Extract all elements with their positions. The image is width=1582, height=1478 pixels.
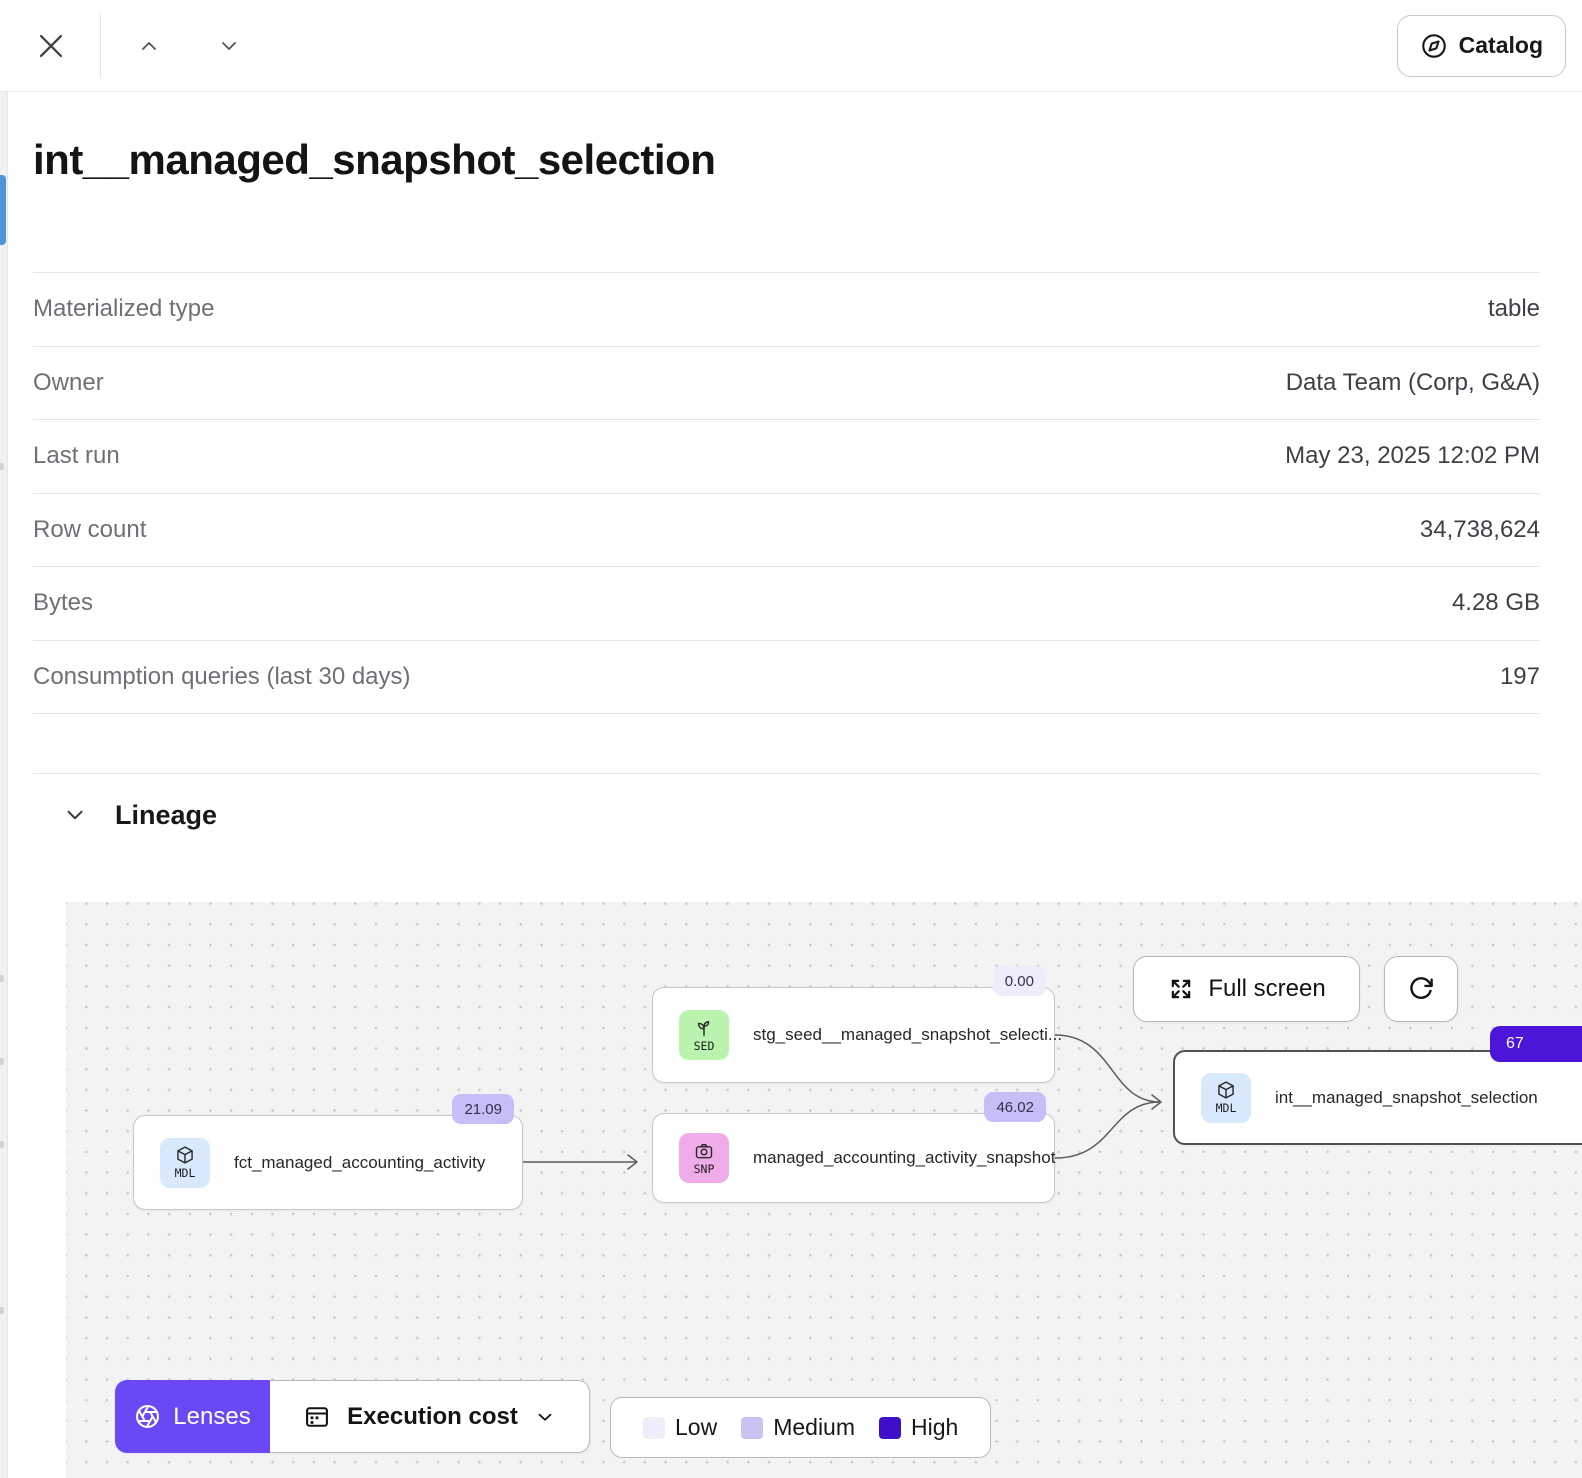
metadata-row-bytes: Bytes 4.28 GB bbox=[33, 567, 1540, 641]
previous-item-button[interactable] bbox=[131, 28, 167, 64]
table-cells-icon bbox=[303, 1403, 331, 1431]
lenses-control: Lenses Execution cost bbox=[115, 1380, 590, 1453]
node-label: fct_managed_accounting_activity bbox=[234, 1153, 485, 1173]
legend-item-medium: Medium bbox=[741, 1414, 855, 1441]
node-label: managed_accounting_activity_snapshot bbox=[753, 1148, 1055, 1168]
lineage-section-header[interactable]: Lineage bbox=[62, 794, 1582, 836]
node-type-label: SED bbox=[694, 1039, 715, 1053]
close-button[interactable] bbox=[28, 23, 74, 69]
metadata-row-owner: Owner Data Team (Corp, G&A) bbox=[33, 347, 1540, 421]
node-type-label: MDL bbox=[175, 1166, 196, 1180]
legend-label: Medium bbox=[773, 1414, 855, 1441]
mdl-chip: MDL bbox=[1201, 1073, 1251, 1123]
legend-label: Low bbox=[675, 1414, 717, 1441]
lineage-node-stg-seed-managed-snapshot-selection[interactable]: SED stg_seed__managed_snapshot_selecti..… bbox=[652, 987, 1055, 1083]
legend-swatch-medium bbox=[741, 1417, 763, 1439]
collapse-chevron-icon[interactable] bbox=[62, 802, 88, 828]
sidebar-mark bbox=[0, 1307, 4, 1314]
legend-item-high: High bbox=[879, 1414, 958, 1441]
execution-cost-badge: 46.02 bbox=[984, 1092, 1046, 1122]
metadata-row-row-count: Row count 34,738,624 bbox=[33, 494, 1540, 568]
background-page-edge bbox=[0, 92, 8, 1478]
metadata-value: May 23, 2025 12:02 PM bbox=[1285, 442, 1540, 470]
next-item-button[interactable] bbox=[211, 28, 247, 64]
execution-cost-badge: 21.09 bbox=[452, 1094, 514, 1124]
metadata-value: 4.28 GB bbox=[1452, 589, 1540, 617]
legend-label: High bbox=[911, 1414, 958, 1441]
expand-arrows-icon bbox=[1167, 975, 1195, 1003]
fullscreen-button-label: Full screen bbox=[1208, 975, 1325, 1003]
mdl-chip: MDL bbox=[160, 1138, 210, 1188]
node-type-label: SNP bbox=[694, 1162, 715, 1176]
sidebar-accent-bar bbox=[0, 175, 6, 245]
lineage-node-managed-accounting-activity-snapshot[interactable]: SNP managed_accounting_activity_snapshot… bbox=[652, 1113, 1055, 1203]
legend-item-low: Low bbox=[643, 1414, 717, 1441]
execution-cost-badge: 67 bbox=[1490, 1026, 1582, 1062]
metadata-label: Last run bbox=[33, 442, 120, 470]
lenses-button[interactable]: Lenses bbox=[115, 1380, 270, 1453]
metadata-row-last-run: Last run May 23, 2025 12:02 PM bbox=[33, 420, 1540, 494]
metadata-label: Bytes bbox=[33, 589, 93, 617]
sidebar-mark bbox=[0, 1058, 4, 1065]
lens-selector[interactable]: Execution cost bbox=[270, 1380, 590, 1453]
fullscreen-button[interactable]: Full screen bbox=[1133, 956, 1360, 1022]
section-divider bbox=[33, 773, 1540, 774]
snp-chip: SNP bbox=[679, 1133, 729, 1183]
metadata-value: table bbox=[1488, 295, 1540, 323]
toolbar: Catalog bbox=[0, 0, 1582, 92]
close-icon bbox=[34, 29, 68, 63]
sidebar-mark bbox=[0, 463, 4, 470]
metadata-label: Row count bbox=[33, 516, 146, 544]
toolbar-divider bbox=[100, 14, 101, 78]
refresh-icon bbox=[1406, 974, 1436, 1004]
metadata-value: Data Team (Corp, G&A) bbox=[1286, 369, 1540, 397]
metadata-row-materialized-type: Materialized type table bbox=[33, 273, 1540, 347]
lineage-node-int-managed-snapshot-selection[interactable]: MDL int__managed_snapshot_selection 67 bbox=[1173, 1050, 1582, 1145]
metadata-label: Materialized type bbox=[33, 295, 214, 323]
legend-swatch-high bbox=[879, 1417, 901, 1439]
refresh-button[interactable] bbox=[1384, 956, 1458, 1022]
page-title: int__managed_snapshot_selection bbox=[33, 136, 1540, 184]
sidebar-mark bbox=[0, 1141, 4, 1148]
lenses-button-label: Lenses bbox=[173, 1403, 250, 1431]
sprout-icon bbox=[694, 1018, 714, 1038]
cost-legend: Low Medium High bbox=[610, 1397, 991, 1458]
metadata-value: 34,738,624 bbox=[1420, 516, 1540, 544]
lineage-canvas[interactable]: MDL fct_managed_accounting_activity 21.0… bbox=[66, 902, 1582, 1478]
sidebar-mark bbox=[0, 975, 4, 982]
chevron-up-icon bbox=[137, 34, 161, 58]
metadata-label: Owner bbox=[33, 369, 104, 397]
lineage-section-title: Lineage bbox=[115, 800, 217, 831]
metadata-row-consumption-queries: Consumption queries (last 30 days) 197 bbox=[33, 641, 1540, 715]
chevron-down-icon bbox=[217, 34, 241, 58]
sed-chip: SED bbox=[679, 1010, 729, 1060]
aperture-icon bbox=[134, 1403, 161, 1430]
lens-selected-label: Execution cost bbox=[347, 1403, 518, 1431]
cube-icon bbox=[175, 1145, 195, 1165]
metadata-label: Consumption queries (last 30 days) bbox=[33, 663, 411, 691]
lineage-node-fct-managed-accounting-activity[interactable]: MDL fct_managed_accounting_activity 21.0… bbox=[133, 1115, 523, 1210]
camera-icon bbox=[694, 1141, 714, 1161]
node-label: int__managed_snapshot_selection bbox=[1275, 1088, 1538, 1108]
node-type-label: MDL bbox=[1216, 1101, 1237, 1115]
cube-icon bbox=[1216, 1080, 1236, 1100]
catalog-button-label: Catalog bbox=[1459, 32, 1543, 59]
legend-swatch-low bbox=[643, 1417, 665, 1439]
metadata-list: Materialized type table Owner Data Team … bbox=[33, 272, 1540, 714]
catalog-button[interactable]: Catalog bbox=[1397, 15, 1566, 77]
compass-icon bbox=[1420, 32, 1448, 60]
chevron-down-icon bbox=[534, 1406, 556, 1428]
metadata-value: 197 bbox=[1500, 663, 1540, 691]
node-label: stg_seed__managed_snapshot_selecti... bbox=[753, 1025, 1062, 1045]
execution-cost-badge: 0.00 bbox=[993, 966, 1046, 996]
